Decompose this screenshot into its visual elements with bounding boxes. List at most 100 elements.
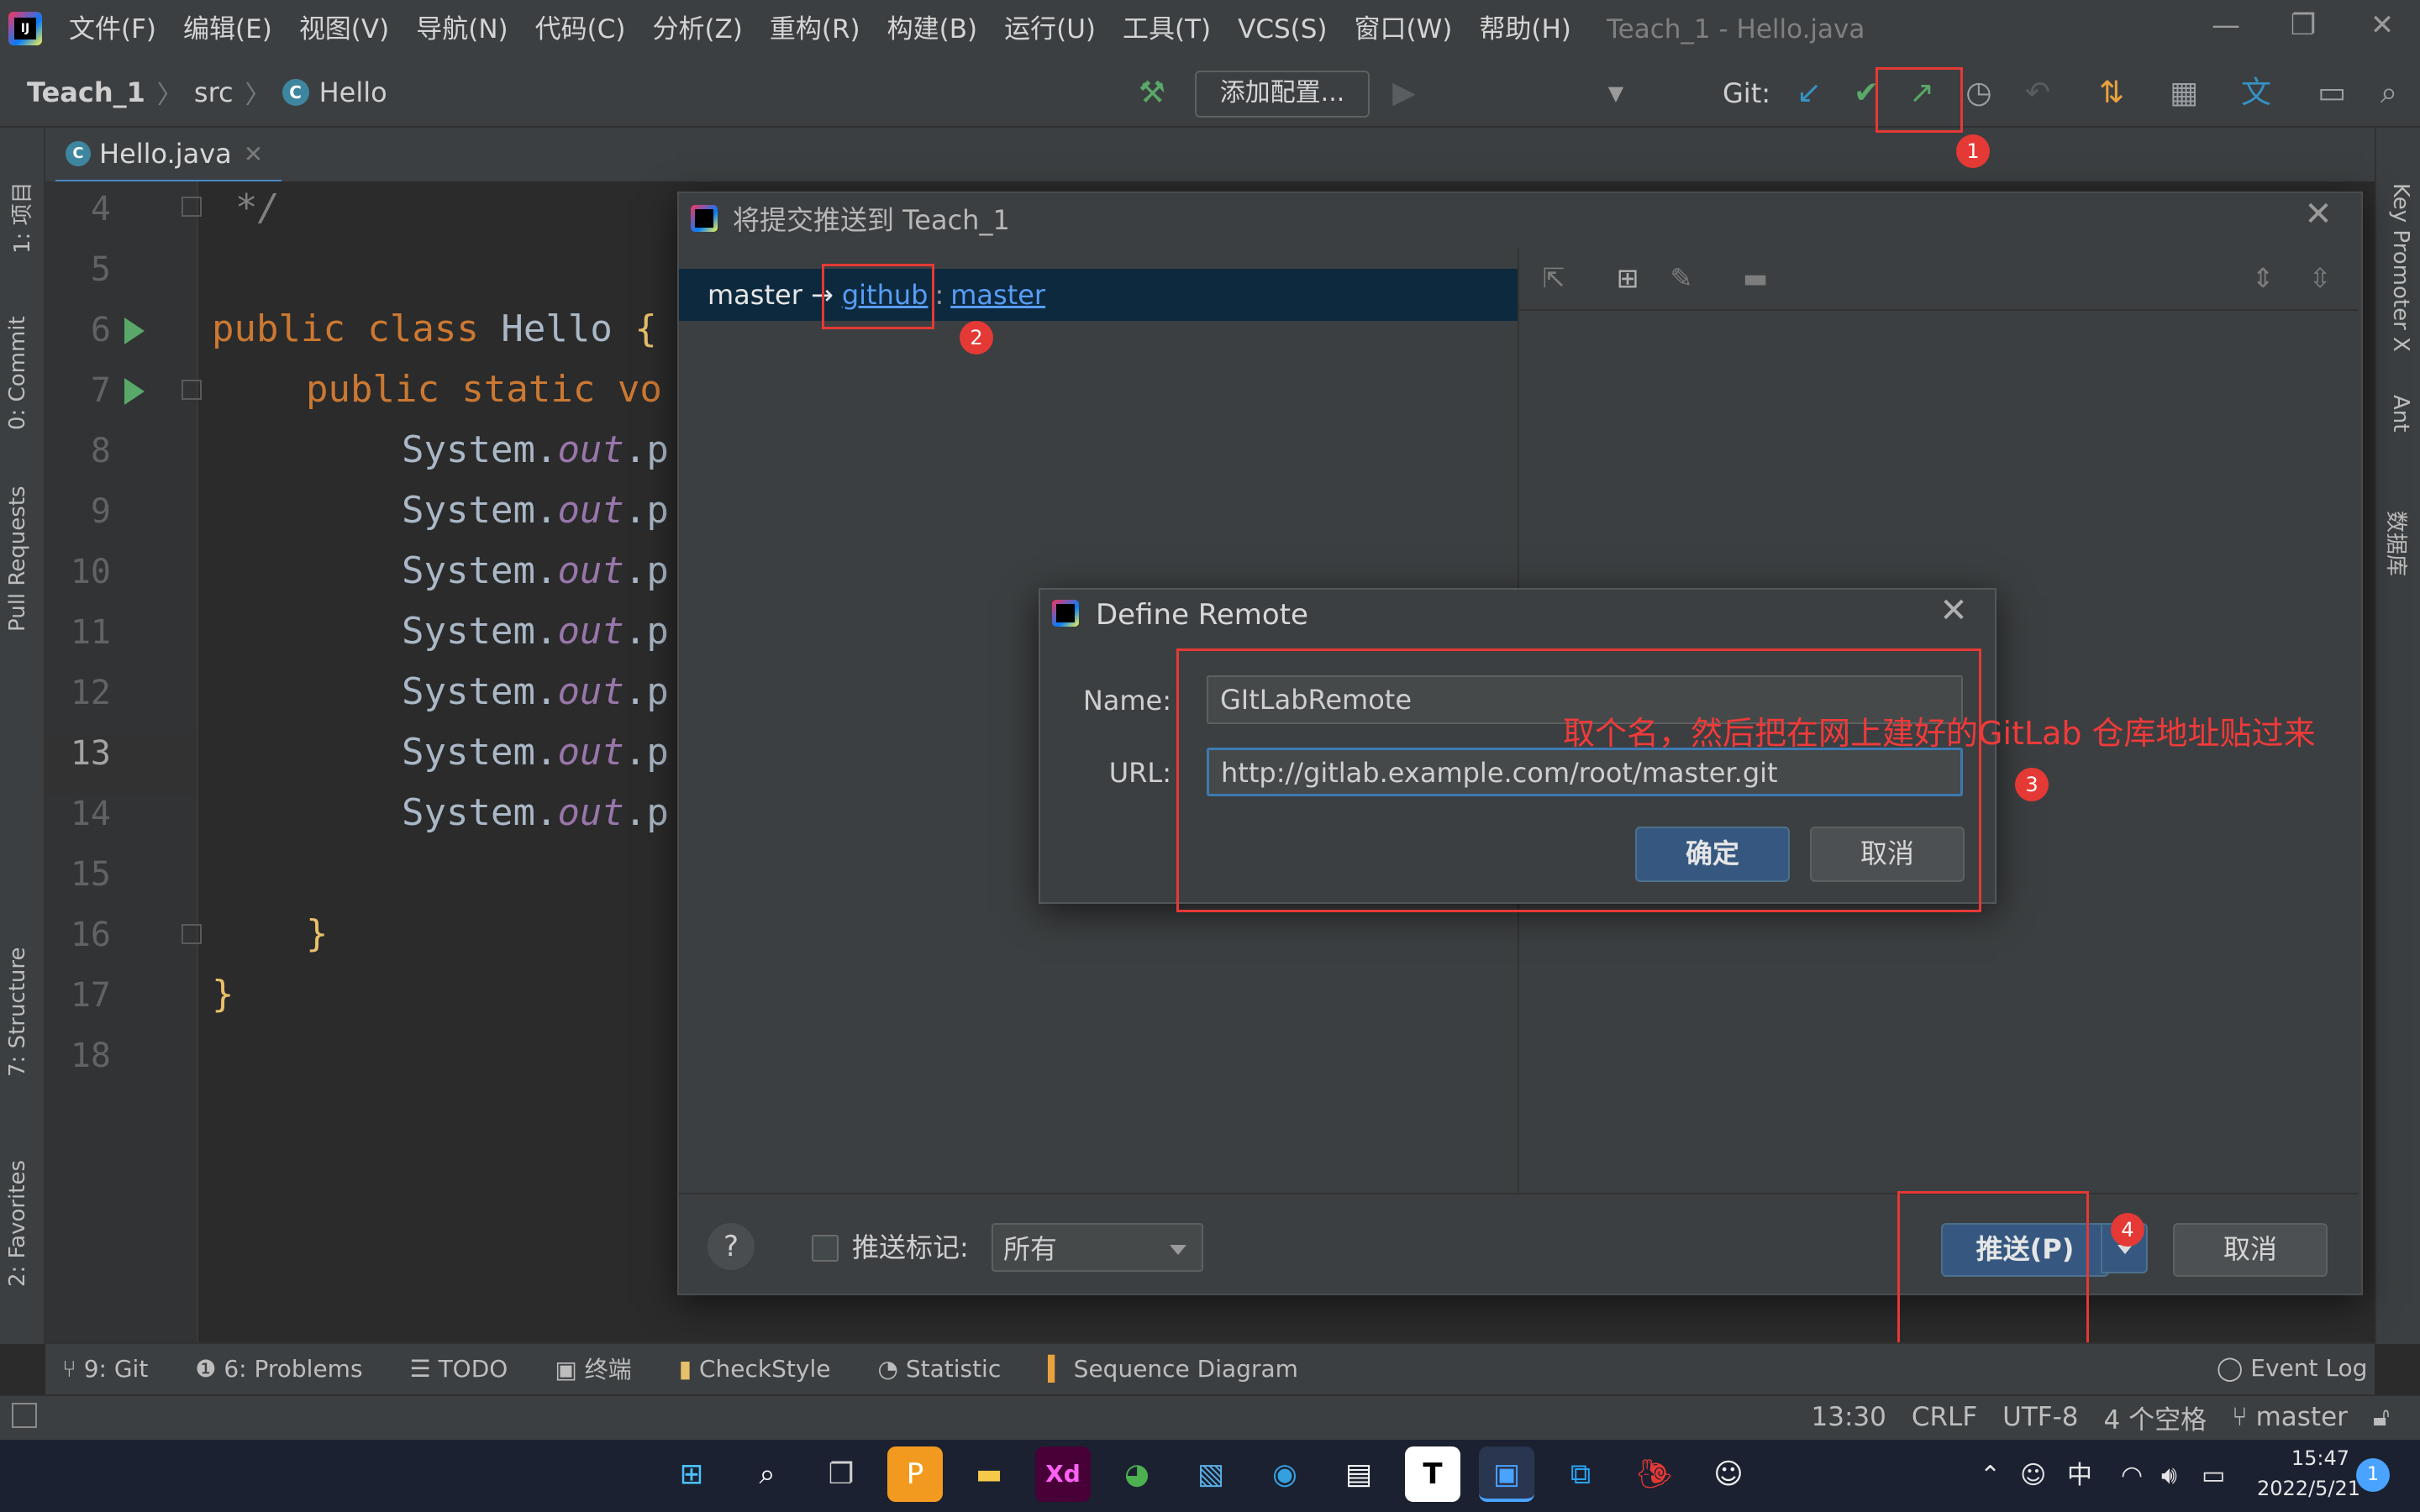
snail-app-icon[interactable]: 🐌︎ [1627,1446,1682,1502]
search-icon[interactable]: ⌕ [739,1446,795,1502]
file-encoding[interactable]: UTF-8 [2002,1402,2078,1432]
minimize-icon[interactable]: — [2188,0,2264,50]
menu-file[interactable]: 文件(F) [55,0,170,59]
tray-qq-icon[interactable]: ☺ [2020,1440,2046,1512]
help-button[interactable]: ? [708,1223,755,1270]
translate-icon[interactable]: 文 [2235,72,2277,114]
tool-tab-checkstyle[interactable]: ▮ CheckStyle [679,1355,831,1383]
expand-all-icon[interactable]: ⇕ [2244,257,2282,299]
menu-help[interactable]: 帮助(H) [1465,0,1585,59]
show-diff-icon[interactable]: ⇱ [1534,257,1573,299]
menu-edit[interactable]: 编辑(E) [170,0,286,59]
image-viewer-icon[interactable]: ▧ [1183,1446,1239,1502]
menu-tools[interactable]: 工具(T) [1109,0,1224,59]
fold-marker-icon[interactable] [182,197,202,217]
menu-code[interactable]: 代码(C) [522,0,639,59]
menu-analyze[interactable]: 分析(Z) [639,0,755,59]
typora-icon[interactable]: T [1405,1446,1460,1502]
close-tab-icon[interactable]: ✕ [244,140,263,168]
file-explorer-icon[interactable]: ▬ [961,1446,1017,1502]
run-icon[interactable]: ▶ [1383,72,1425,114]
run-main-icon[interactable] [124,378,145,405]
run-class-icon[interactable] [124,318,145,344]
editor-tab-hello-java[interactable]: C Hello.java ✕ [55,128,282,184]
group-by-icon[interactable]: ⊞ [1608,257,1647,299]
remote-branch-link[interactable]: master [950,269,1045,321]
fold-marker-icon[interactable] [182,924,202,944]
wifi-icon[interactable]: ◠ [2121,1440,2143,1512]
code-line: public class Hello { [212,307,657,350]
close-dialog-icon[interactable]: ✕ [2297,193,2339,235]
close-dialog-icon[interactable]: ✕ [1933,590,1975,632]
presentation-icon[interactable]: ▭ [2311,72,2353,114]
close-window-icon[interactable]: ✕ [2344,0,2420,50]
indent-setting[interactable]: 4 个空格 [2104,1399,2207,1436]
tab-ant[interactable]: Ant [2388,395,2413,432]
rollback-icon[interactable]: ↶ [2017,72,2059,114]
intellij-taskbar-icon[interactable]: ▣ [1479,1446,1534,1502]
menu-window[interactable]: 窗口(W) [1341,0,1466,59]
tray-overflow-icon[interactable]: ⌃ [1980,1440,2001,1512]
restore-icon[interactable]: ❐ [2265,0,2341,50]
qq-icon[interactable]: ☺ [1701,1446,1756,1502]
preview-icon[interactable]: ▬ [1736,257,1775,299]
battery-icon[interactable]: ▭ [2202,1440,2225,1512]
menu-run[interactable]: 运行(U) [991,0,1109,59]
tool-tab-git[interactable]: ⑂ 9: Git [62,1355,148,1383]
event-log-tab[interactable]: ◯ Event Log [2217,1342,2367,1394]
push-cancel-button[interactable]: 取消 [2173,1223,2328,1277]
tool-tab-todo[interactable]: ☰ TODO [410,1355,508,1383]
git-update-icon[interactable]: ↙ [1788,72,1830,114]
project-structure-icon[interactable]: ▦ [2163,72,2205,114]
toggle-tool-windows-icon[interactable] [12,1403,37,1428]
breadcrumb-folder[interactable]: src [194,76,234,108]
vcs-operations-icon[interactable]: ⇅ [2091,72,2133,114]
tab-key-promoter[interactable]: Key Promoter X [2388,183,2413,352]
edit-source-icon[interactable]: ✎ [1662,257,1701,299]
tool-tab-sequence-diagram[interactable]: ▍ Sequence Diagram [1048,1355,1298,1383]
task-view-icon[interactable]: ❐ [813,1446,869,1502]
breadcrumb-file[interactable]: Hello [319,76,387,108]
search-everywhere-icon[interactable]: ⌕ [2368,72,2410,114]
browser-app-icon[interactable]: ◕ [1109,1446,1165,1502]
statistic-icon: ◔ [877,1354,906,1383]
menu-refactor[interactable]: 重构(R) [756,0,874,59]
tab-database[interactable]: 数据库 [2382,511,2413,576]
store-app-icon[interactable]: ▤ [1331,1446,1386,1502]
volume-icon[interactable]: 🔊︎ [2161,1440,2177,1512]
edge-icon[interactable]: ◉ [1257,1446,1313,1502]
push-tags-checkbox[interactable] [812,1235,839,1262]
annotation-box-push [1876,67,1963,133]
notification-badge[interactable]: 1 [2356,1458,2390,1492]
tab-favorites[interactable]: 2: Favorites [5,1160,30,1287]
pdf-app-icon[interactable]: P [887,1446,943,1502]
menu-navigate[interactable]: 导航(N) [402,0,521,59]
menu-vcs[interactable]: VCS(S) [1224,0,1340,59]
tool-tab-problems[interactable]: ❶ 6: Problems [195,1355,362,1383]
windows-start-icon[interactable]: ⊞ [664,1446,719,1502]
breadcrumb-project[interactable]: Teach_1 [27,76,145,108]
menu-view[interactable]: 视图(V) [286,0,402,59]
push-tags-select[interactable]: 所有 [992,1223,1203,1272]
run-config-dropdown-icon[interactable]: ▼ [1595,72,1637,114]
lock-icon[interactable]: 🔓︎ [2373,1402,2390,1433]
menu-build[interactable]: 构建(B) [874,0,991,59]
history-icon[interactable]: ◷ [1958,72,2000,114]
tool-tab-terminal[interactable]: ▣ 终端 [555,1352,631,1385]
adobe-xd-icon[interactable]: Xd [1035,1446,1091,1502]
vmware-icon[interactable]: ⧉ [1553,1446,1608,1502]
caret-position[interactable]: 13:30 [1812,1402,1886,1432]
collapse-all-icon[interactable]: ⇳ [2301,257,2339,299]
tab-structure[interactable]: 7: Structure [5,947,30,1077]
tab-commit[interactable]: 0: Commit [5,316,30,430]
taskbar-clock[interactable]: 15:47 2022/5/21 [2257,1443,2360,1504]
line-separator[interactable]: CRLF [1912,1402,1977,1432]
fold-marker-icon[interactable] [182,380,202,400]
build-hammer-icon[interactable]: ⚒ [1131,72,1173,114]
add-configuration-button[interactable]: 添加配置... [1195,71,1370,118]
ime-indicator[interactable]: 中 [2067,1440,2092,1512]
tool-tab-statistic[interactable]: ◔ Statistic [877,1355,1001,1383]
tab-pull-requests[interactable]: Pull Requests [5,486,30,632]
tab-project[interactable]: 1: 项目 [5,181,36,254]
git-branch-status[interactable]: ⑂ master [2232,1402,2348,1432]
